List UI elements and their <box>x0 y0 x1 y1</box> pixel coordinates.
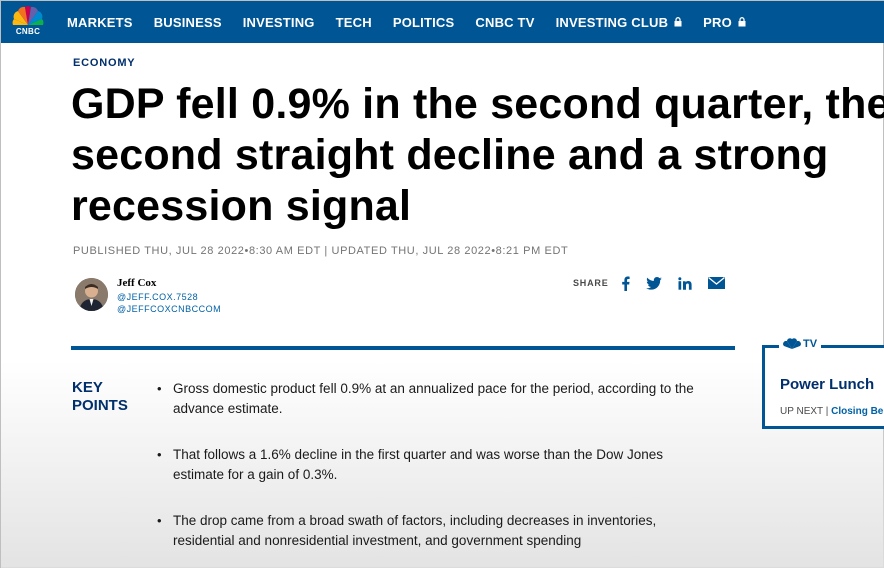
nav-item-cnbc-tv[interactable]: CNBC TV <box>475 15 534 30</box>
nav-item-label: INVESTING CLUB <box>555 14 669 30</box>
lock-icon <box>674 15 682 30</box>
nav-item-label: CNBC TV <box>475 14 535 30</box>
tv-label-text: TV <box>803 338 818 350</box>
key-point-1: • Gross domestic product fell 0.9% at an… <box>157 379 717 419</box>
author-avatar[interactable] <box>75 278 108 311</box>
tv-up-next: UP NEXT | Closing Be <box>780 406 883 417</box>
key-points-heading: KEY POINTS <box>72 379 128 414</box>
key-point-2: • That follows a 1.6% decline in the fir… <box>157 445 717 485</box>
bullet-icon: • <box>157 381 162 396</box>
share-label: SHARE <box>573 278 609 288</box>
nav-item-label: MARKETS <box>67 14 133 30</box>
up-next-label: UP NEXT | <box>780 406 829 417</box>
author-handle-facebook[interactable]: @JEFF.COX.7528 <box>117 292 198 302</box>
nav-item-investing-club[interactable]: INVESTING CLUB <box>556 15 683 30</box>
twitter-icon[interactable] <box>645 276 662 290</box>
top-nav: CNBC MARKETS BUSINESS INVESTING TECH POLITIC… <box>1 1 884 43</box>
nav-item-investing[interactable]: INVESTING <box>243 15 315 30</box>
nav-item-tech[interactable]: TECH <box>336 15 372 30</box>
nav-item-label: TECH <box>335 14 372 30</box>
author-name[interactable]: Jeff Cox <box>117 277 156 289</box>
section-label[interactable]: ECONOMY <box>73 57 135 69</box>
nav-item-pro[interactable]: PRO <box>703 15 746 30</box>
linkedin-icon[interactable] <box>677 276 692 290</box>
peacock-icon <box>12 6 44 25</box>
key-point-3: • The drop came from a broad swath of fa… <box>157 511 717 551</box>
email-icon[interactable] <box>707 277 725 289</box>
up-next-show[interactable]: Closing Be <box>831 406 883 417</box>
nav-item-label: INVESTING <box>242 14 315 30</box>
nav-item-business[interactable]: BUSINESS <box>154 15 222 30</box>
tv-show-title[interactable]: Power Lunch <box>780 376 874 393</box>
key-point-text: The drop came from a broad swath of fact… <box>173 513 657 548</box>
article-dateline: PUBLISHED THU, JUL 28 2022•8:30 AM EDT |… <box>73 245 569 257</box>
nav-item-label: BUSINESS <box>153 14 222 30</box>
share-bar: SHARE <box>573 273 741 293</box>
nav-item-markets[interactable]: MARKETS <box>67 15 133 30</box>
article-headline: GDP fell 0.9% in the second quarter, the… <box>71 80 884 230</box>
key-point-text: That follows a 1.6% decline in the first… <box>173 447 664 482</box>
cnbc-tv-widget[interactable]: TV Power Lunch UP NEXT | Closing Be <box>762 338 884 429</box>
author-handle-twitter[interactable]: @JEFFCOXCNBCCOM <box>117 304 221 314</box>
tv-label: TV <box>779 338 822 350</box>
key-point-text: Gross domestic product fell 0.9% at an a… <box>173 381 694 416</box>
bullet-icon: • <box>157 447 162 462</box>
nav-item-label: POLITICS <box>392 14 455 30</box>
logo-text: CNBC <box>15 27 41 36</box>
peacock-icon <box>783 338 801 349</box>
bullet-icon: • <box>157 513 162 528</box>
section-divider <box>71 346 735 350</box>
lock-icon <box>738 15 746 30</box>
facebook-icon[interactable] <box>621 276 630 291</box>
nav-menu: MARKETS BUSINESS INVESTING TECH POLITICS CNBC… <box>67 1 767 43</box>
nav-item-label: PRO <box>703 14 732 30</box>
nav-item-politics[interactable]: POLITICS <box>393 15 455 30</box>
cnbc-logo[interactable]: CNBC <box>7 5 49 39</box>
